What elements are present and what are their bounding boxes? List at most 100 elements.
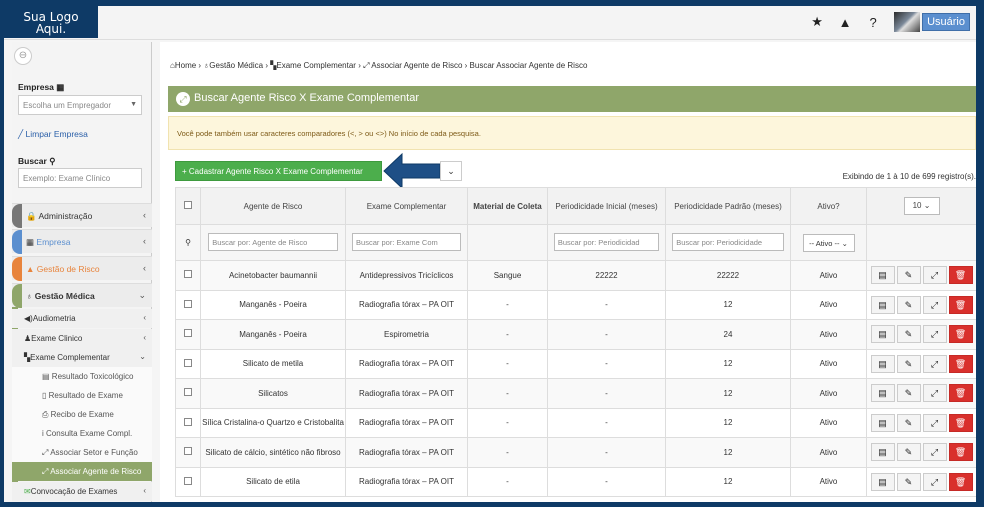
cell-agente: Manganês - Poeira: [200, 289, 346, 320]
expand-icon[interactable]: ⤢: [922, 384, 947, 403]
submenu-exame-complementar-label: ▚Exame Complementar: [24, 353, 110, 362]
row-checkbox[interactable]: [184, 270, 192, 279]
col-per-inicial[interactable]: Periodicidade Inicial (meses): [547, 187, 666, 225]
avatar[interactable]: [894, 12, 921, 32]
subsub-recibo-exame[interactable]: ⎙ Recibo de Exame: [12, 405, 152, 424]
submenu-exame-complementar[interactable]: ▚Exame Complementar ⌄: [12, 348, 152, 367]
alert-icon[interactable]: ▲: [838, 15, 852, 30]
cell-ativo: Ativo: [790, 466, 867, 497]
filter-per-inicial-input[interactable]: Buscar por: Periodicidad: [553, 232, 660, 251]
breadcrumb-gestao-medica[interactable]: Gestão Médica: [209, 61, 263, 70]
edit-icon[interactable]: ✎: [896, 354, 921, 373]
edit-icon[interactable]: ✎: [896, 325, 921, 344]
logo[interactable]: Sua Logo Aqui.: [4, 6, 98, 38]
help-icon[interactable]: ?: [866, 15, 880, 30]
limpar-empresa-link[interactable]: ╱ Limpar Empresa: [18, 129, 88, 140]
view-list-icon[interactable]: ▤: [870, 295, 895, 314]
file-icon: ▤: [42, 372, 50, 381]
expand-icon[interactable]: ⤢: [922, 295, 947, 314]
row-checkbox[interactable]: [184, 476, 192, 485]
empresa-select[interactable]: Escolha um Empregador ▼: [18, 95, 142, 115]
row-checkbox[interactable]: [184, 447, 192, 456]
menu-gestao-medica[interactable]: ♁ Gestão Médica ⌄: [12, 283, 152, 308]
expand-icon[interactable]: ⤢: [922, 413, 947, 432]
breadcrumb-home[interactable]: Home: [175, 61, 196, 70]
subsub-associar-agente[interactable]: ⤢ Associar Agente de Risco: [12, 462, 152, 481]
row-checkbox[interactable]: [184, 299, 192, 308]
page-size-select[interactable]: 10 ⌄: [903, 197, 940, 215]
cell-actions: ▤ ✎ ⤢ 🗑: [866, 437, 976, 468]
row-checkbox[interactable]: [184, 329, 192, 338]
edit-icon[interactable]: ✎: [896, 443, 921, 462]
top-bar: Sua Logo Aqui. ★ ▲ ? Usuário: [4, 6, 976, 40]
edit-icon[interactable]: ✎: [896, 384, 921, 403]
edit-icon[interactable]: ✎: [896, 413, 921, 432]
breadcrumb-exame-complementar[interactable]: Exame Complementar: [276, 61, 356, 70]
col-ativo[interactable]: Ativo?: [790, 187, 867, 225]
submenu-exame-clinico[interactable]: ♟Exame Clinico ‹: [12, 329, 152, 348]
col-per-padrao[interactable]: Periodicidade Padrão (meses): [665, 187, 791, 225]
expand-icon[interactable]: ⤢: [922, 266, 947, 285]
cadastrar-dropdown-toggle[interactable]: ⌄: [440, 161, 462, 181]
cell-agente: Silicato de metila: [200, 348, 346, 379]
trash-icon[interactable]: 🗑: [948, 472, 973, 491]
menu-administracao-label: 🔒 Administração: [26, 211, 93, 221]
view-list-icon[interactable]: ▤: [870, 325, 895, 344]
trash-icon[interactable]: 🗑: [948, 295, 973, 314]
filter-exame-input[interactable]: Buscar por: Exame Com: [352, 232, 461, 251]
subsub-consulta-exame[interactable]: i Consulta Exame Compl.: [12, 424, 152, 443]
trash-icon[interactable]: 🗑: [948, 413, 973, 432]
filter-ativo-select[interactable]: -- Ativo -- ⌄: [802, 233, 855, 252]
view-list-icon[interactable]: ▤: [870, 384, 895, 403]
row-checkbox[interactable]: [184, 388, 192, 397]
view-list-icon[interactable]: ▤: [870, 413, 895, 432]
panel-header: ⤢ Buscar Agente Risco X Exame Complement…: [168, 86, 976, 112]
row-checkbox[interactable]: [184, 358, 192, 367]
subsub-resultado-exame[interactable]: ▯ Resultado de Exame: [12, 386, 152, 405]
cell-exame: Antidepressivos Tricíclicos: [345, 260, 468, 291]
arrow-pointer-icon: [383, 152, 441, 190]
trash-icon[interactable]: 🗑: [948, 325, 973, 344]
cell-inicial: -: [547, 348, 666, 379]
select-all-checkbox[interactable]: [184, 201, 192, 209]
filter-per-padrao-input[interactable]: Buscar por: Periodicidade: [672, 232, 784, 251]
menu-empresa[interactable]: ▦ Empresa ‹: [12, 229, 152, 254]
edit-icon[interactable]: ✎: [896, 266, 921, 285]
subsub-associar-setor[interactable]: ⤢ Associar Setor e Função: [12, 443, 152, 462]
breadcrumb-associar[interactable]: Associar Agente de Risco: [371, 61, 462, 70]
expand-icon[interactable]: ⤢: [922, 325, 947, 344]
printer-icon: ⎙: [42, 410, 49, 419]
submenu-audiometria[interactable]: ◀)Audiometria ‹: [12, 309, 152, 328]
user-button[interactable]: Usuário: [922, 13, 970, 31]
star-icon[interactable]: ★: [810, 14, 824, 30]
trash-icon[interactable]: 🗑: [948, 266, 973, 285]
view-list-icon[interactable]: ▤: [870, 472, 895, 491]
col-exame[interactable]: Exame Complementar: [345, 187, 468, 225]
view-list-icon[interactable]: ▤: [870, 266, 895, 285]
subsub-resultado-toxicologico[interactable]: ▤ Resultado Toxicológico: [12, 367, 152, 386]
menu-administracao[interactable]: 🔒 Administração ‹: [12, 203, 152, 228]
edit-icon[interactable]: ✎: [896, 295, 921, 314]
expand-icon[interactable]: ⤢: [922, 354, 947, 373]
expand-icon[interactable]: ⤢: [922, 443, 947, 462]
menu-gestao-risco[interactable]: ▲ Gestão de Risco ‹: [12, 256, 152, 281]
collapse-sidebar-icon[interactable]: ⊖: [14, 47, 32, 65]
col-agente[interactable]: Agente de Risco: [200, 187, 346, 225]
expand-icon[interactable]: ⤢: [922, 472, 947, 491]
cell-material: -: [467, 466, 548, 497]
submenu-convocacao[interactable]: ✉Convocação de Exames ‹: [12, 482, 152, 501]
trash-icon[interactable]: 🗑: [948, 443, 973, 462]
trash-icon[interactable]: 🗑: [948, 354, 973, 373]
chevron-left-icon: ‹: [143, 236, 146, 246]
edit-icon[interactable]: ✎: [896, 472, 921, 491]
filter-agente-input[interactable]: Buscar por: Agente de Risco: [208, 232, 338, 251]
view-list-icon[interactable]: ▤: [870, 354, 895, 373]
lock-icon: 🔒: [26, 211, 37, 221]
trash-icon[interactable]: 🗑: [948, 384, 973, 403]
view-list-icon[interactable]: ▤: [870, 443, 895, 462]
cadastrar-button[interactable]: + Cadastrar Agente Risco X Exame Complem…: [175, 161, 382, 181]
row-checkbox[interactable]: [184, 417, 192, 426]
col-material[interactable]: Material de Coleta: [467, 187, 548, 225]
cell-material: -: [467, 378, 548, 409]
menu-search-input[interactable]: Exemplo: Exame Clínico: [18, 168, 142, 188]
